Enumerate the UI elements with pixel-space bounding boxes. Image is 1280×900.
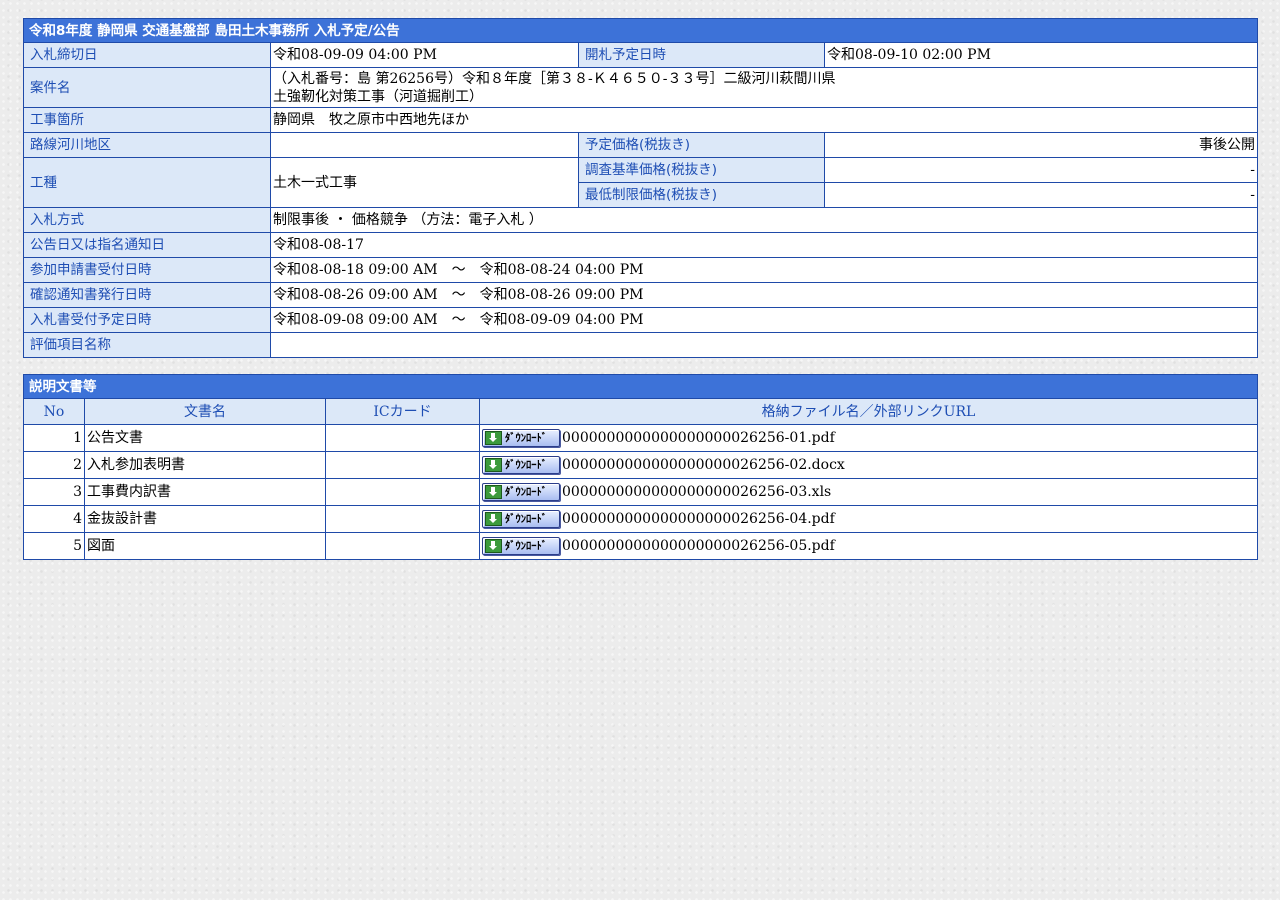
- site-label: 工事箇所: [23, 107, 271, 133]
- est-price-label: 予定価格(税抜き): [578, 132, 825, 158]
- project-label: 案件名: [23, 67, 271, 108]
- project-name-line1: （入札番号：島 第26256号）令和８年度［第３８-Ｋ４６５０-３３号］二級河川…: [273, 70, 836, 87]
- min-price-label: 最低制限価格(税抜き): [578, 182, 825, 208]
- notice-date-value: 令和08-08-17: [270, 232, 1258, 258]
- table-row: 2 入札参加表明書 ﾀﾞｳﾝﾛｰﾄﾞ 0000000000000000000026…: [23, 451, 1258, 479]
- doc-ic-card: [325, 505, 480, 533]
- apply-period-value: 令和08-08-18 09:00 AM ～ 令和08-08-24 04:00 P…: [270, 257, 1258, 283]
- route-value: [270, 132, 579, 158]
- download-button-label: ﾀﾞｳﾝﾛｰﾄﾞ: [505, 432, 547, 444]
- doc-no: 2: [23, 451, 85, 479]
- download-button-label: ﾀﾞｳﾝﾛｰﾄﾞ: [505, 540, 547, 552]
- download-button[interactable]: ﾀﾞｳﾝﾛｰﾄﾞ: [482, 456, 560, 474]
- download-button[interactable]: ﾀﾞｳﾝﾛｰﾄﾞ: [482, 537, 560, 555]
- min-price-value: -: [824, 182, 1258, 208]
- doc-name: 入札参加表明書: [84, 451, 326, 479]
- deadline-value: 令和08-09-09 04:00 PM: [270, 42, 579, 68]
- project-name: （入札番号：島 第26256号）令和８年度［第３８-Ｋ４６５０-３３号］二級河川…: [270, 67, 1258, 108]
- method-value: 制限事後 ・ 価格競争 （方法：電子入札 ）: [270, 207, 1258, 233]
- doc-ic-card: [325, 478, 480, 506]
- doc-ic-card: [325, 532, 480, 560]
- apply-period-label: 参加申請書受付日時: [23, 257, 271, 283]
- project-name-line2: 土強靭化対策工事（河道掘削工）: [273, 88, 483, 105]
- bid-details-table: 令和8年度 静岡県 交通基盤部 島田土木事務所 入札予定/公告 入札締切日 令和…: [23, 18, 1258, 358]
- col-header-doc-name: 文書名: [84, 398, 326, 425]
- table-row: 4 金抜設計書 ﾀﾞｳﾝﾛｰﾄﾞ 000000000000000000002625…: [23, 505, 1258, 533]
- route-label: 路線河川地区: [23, 132, 271, 158]
- bid-receipt-label: 入札書受付予定日時: [23, 307, 271, 333]
- doc-file-cell: ﾀﾞｳﾝﾛｰﾄﾞ 0000000000000000000026256-05.pdf: [479, 532, 1258, 560]
- confirm-date-label: 確認通知書発行日時: [23, 282, 271, 308]
- eval-items-value: [270, 332, 1258, 358]
- col-header-ic-card: ICカード: [325, 398, 480, 425]
- page-container: 令和8年度 静岡県 交通基盤部 島田土木事務所 入札予定/公告 入札締切日 令和…: [23, 18, 1258, 560]
- doc-no: 5: [23, 532, 85, 560]
- download-icon: [485, 539, 502, 553]
- table-row: 1 公告文書 ﾀﾞｳﾝﾛｰﾄﾞ 0000000000000000000026256…: [23, 424, 1258, 452]
- confirm-date-value: 令和08-08-26 09:00 AM ～ 令和08-08-26 09:00 P…: [270, 282, 1258, 308]
- col-header-file: 格納ファイル名／外部リンクURL: [479, 398, 1258, 425]
- bid-receipt-value: 令和08-09-08 09:00 AM ～ 令和08-09-09 04:00 P…: [270, 307, 1258, 333]
- doc-file-cell: ﾀﾞｳﾝﾛｰﾄﾞ 0000000000000000000026256-03.xls: [479, 478, 1258, 506]
- download-icon: [485, 485, 502, 499]
- opening-label: 開札予定日時: [578, 42, 825, 68]
- work-type-label: 工種: [23, 157, 271, 208]
- documents-title: 説明文書等: [23, 374, 1258, 399]
- table-row: 5 図面 ﾀﾞｳﾝﾛｰﾄﾞ 0000000000000000000026256-0…: [23, 532, 1258, 560]
- doc-name: 図面: [84, 532, 326, 560]
- doc-file-cell: ﾀﾞｳﾝﾛｰﾄﾞ 0000000000000000000026256-04.pdf: [479, 505, 1258, 533]
- doc-name: 公告文書: [84, 424, 326, 452]
- col-header-no: No: [23, 398, 85, 425]
- download-button[interactable]: ﾀﾞｳﾝﾛｰﾄﾞ: [482, 483, 560, 501]
- doc-name: 工事費内訳書: [84, 478, 326, 506]
- doc-file-cell: ﾀﾞｳﾝﾛｰﾄﾞ 0000000000000000000026256-02.doc…: [479, 451, 1258, 479]
- doc-file-name: 0000000000000000000026256-02.docx: [562, 457, 845, 473]
- survey-price-value: -: [824, 157, 1258, 183]
- doc-file-cell: ﾀﾞｳﾝﾛｰﾄﾞ 0000000000000000000026256-01.pdf: [479, 424, 1258, 452]
- deadline-label: 入札締切日: [23, 42, 271, 68]
- est-price-value: 事後公開: [824, 132, 1258, 158]
- doc-no: 3: [23, 478, 85, 506]
- notice-date-label: 公告日又は指名通知日: [23, 232, 271, 258]
- site-value: 静岡県 牧之原市中西地先ほか: [270, 107, 1258, 133]
- download-icon: [485, 512, 502, 526]
- download-icon: [485, 458, 502, 472]
- download-button-label: ﾀﾞｳﾝﾛｰﾄﾞ: [505, 459, 547, 471]
- work-type-value: 土木一式工事: [270, 157, 579, 208]
- table-row: 3 工事費内訳書 ﾀﾞｳﾝﾛｰﾄﾞ 00000000000000000000262…: [23, 478, 1258, 506]
- doc-name: 金抜設計書: [84, 505, 326, 533]
- download-button-label: ﾀﾞｳﾝﾛｰﾄﾞ: [505, 486, 547, 498]
- download-button-label: ﾀﾞｳﾝﾛｰﾄﾞ: [505, 513, 547, 525]
- doc-file-name: 0000000000000000000026256-03.xls: [562, 484, 832, 500]
- doc-file-name: 0000000000000000000026256-05.pdf: [562, 538, 835, 554]
- method-label: 入札方式: [23, 207, 271, 233]
- doc-no: 1: [23, 424, 85, 452]
- eval-items-label: 評価項目名称: [23, 332, 271, 358]
- download-button[interactable]: ﾀﾞｳﾝﾛｰﾄﾞ: [482, 429, 560, 447]
- download-button[interactable]: ﾀﾞｳﾝﾛｰﾄﾞ: [482, 510, 560, 528]
- doc-no: 4: [23, 505, 85, 533]
- download-icon: [485, 431, 502, 445]
- survey-price-label: 調査基準価格(税抜き): [578, 157, 825, 183]
- page-title: 令和8年度 静岡県 交通基盤部 島田土木事務所 入札予定/公告: [23, 18, 1258, 43]
- doc-ic-card: [325, 424, 480, 452]
- opening-value: 令和08-09-10 02:00 PM: [824, 42, 1258, 68]
- documents-table: 説明文書等 No 文書名 ICカード 格納ファイル名／外部リンクURL 1 公告…: [23, 374, 1258, 560]
- doc-file-name: 0000000000000000000026256-04.pdf: [562, 511, 835, 527]
- doc-file-name: 0000000000000000000026256-01.pdf: [562, 430, 835, 446]
- doc-ic-card: [325, 451, 480, 479]
